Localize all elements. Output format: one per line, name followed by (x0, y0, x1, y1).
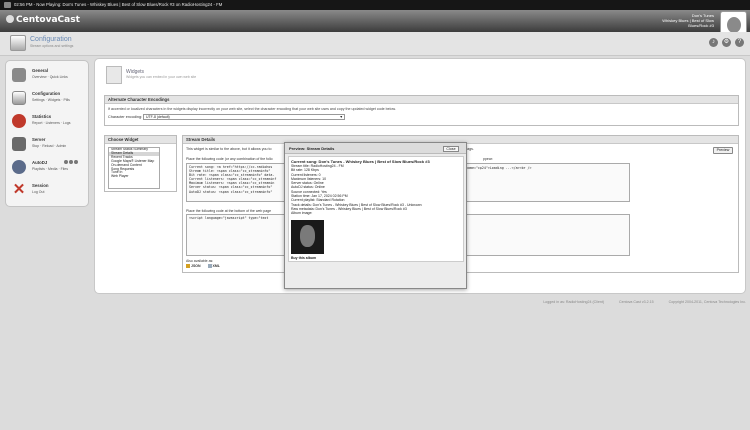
configuration-icon (12, 91, 26, 105)
script-instruction: Place the following code at the bottom o… (186, 209, 272, 213)
logged-in-text: Logged in as: RadioHosting24 (Client) (543, 300, 605, 304)
list-item[interactable]: Web Player (109, 174, 159, 179)
stop-icon (74, 160, 78, 164)
copyright-text: Copyright 2004-2011, Centova Technologie… (668, 300, 746, 304)
sidebar: General Overview · Quick Links Configura… (5, 60, 89, 207)
server-icon (12, 137, 26, 151)
general-icon (12, 68, 26, 82)
code-instruction: Place the following code (or any combina… (186, 157, 273, 161)
sidebar-item-general[interactable]: General Overview · Quick Links (10, 66, 86, 86)
xml-link[interactable]: XML (207, 264, 220, 268)
buy-album-link[interactable]: Buy this album (291, 256, 316, 260)
app-header: CentovaCast Don's Tunes Whiskey Blues | … (0, 10, 750, 39)
album-cover-image[interactable] (291, 220, 324, 254)
centovacast-logo[interactable]: CentovaCast (6, 15, 80, 25)
code-instruction-end: ppear: (483, 157, 493, 161)
preview-button[interactable]: Preview (713, 147, 733, 154)
choose-widget-header: Choose Widget (105, 136, 176, 144)
sidebar-item-session[interactable]: ✕ Session Log Out (10, 181, 86, 201)
logout-icon: ✕ (12, 181, 26, 198)
json-icon (186, 264, 190, 268)
format-links: JSON XML (186, 264, 226, 268)
page-subtitle: Stream options and settings (30, 44, 74, 48)
json-link[interactable]: JSON (186, 264, 201, 268)
widget-code-tail: name="cp24">Loading ...</a><br /> (466, 166, 532, 170)
widget-list[interactable]: Stream Status Summary Stream Details Rec… (108, 147, 160, 189)
configuration-icon (10, 35, 26, 51)
sidebar-item-statistics[interactable]: Statistics Report · Listeners · Logs (10, 112, 86, 132)
preview-dialog-title: Preview: Stream Details (285, 143, 466, 154)
headphones-icon[interactable]: ♪ (709, 38, 718, 47)
footer: Logged in as: RadioHosting24 (Client) Ce… (0, 300, 746, 304)
album-image-label: Album image: (291, 211, 313, 216)
now-playing-text: 02:56 PM - Now Playing: Don's Tunes - Wh… (14, 2, 223, 7)
statistics-icon (12, 114, 26, 128)
widgets-icon (106, 66, 122, 84)
now-playing-bar: 02:56 PM - Now Playing: Don's Tunes - Wh… (0, 0, 750, 10)
page-header: Configuration Stream options and setting… (0, 32, 750, 56)
sidebar-item-server[interactable]: Server Stop · Reload · Admin (10, 135, 86, 155)
pause-icon (69, 160, 73, 164)
encoding-description: If accented or localized characters in t… (108, 107, 396, 111)
user-info: Don's Tunes Whiskey Blues | Best of Slow… (662, 13, 714, 28)
version-text: Centova Cast v3.2.15 (619, 300, 654, 304)
xml-icon (207, 264, 212, 268)
sidebar-item-autodj[interactable]: AutoDJ Playlists · Media · Files (10, 158, 86, 178)
also-available-label: Also available as: (186, 259, 214, 263)
logo-icon (6, 15, 14, 23)
autodj-icon (12, 160, 26, 174)
choose-widget-panel: Choose Widget Stream Status Summary Stre… (104, 135, 177, 192)
encoding-panel: Alternate Character Encodings If accente… (104, 95, 739, 126)
encoding-label: Character encoding: (108, 115, 143, 119)
autodj-controls[interactable] (64, 160, 79, 165)
preview-dialog: Preview: Stream Details Close Current so… (284, 142, 467, 289)
sidebar-item-configuration[interactable]: Configuration Settings · Widgets · Pills (10, 89, 86, 109)
encoding-select[interactable]: UTF-8 (default) ▼ (143, 114, 345, 120)
close-button[interactable]: Close (443, 146, 459, 152)
settings-icon[interactable]: ⚙ (722, 38, 731, 47)
widgets-header: Widgets Widgets you can embed in your ow… (104, 64, 740, 90)
encoding-header: Alternate Character Encodings (105, 96, 738, 104)
help-icon[interactable]: ? (735, 38, 744, 47)
chevron-down-icon: ▼ (339, 115, 343, 119)
widgets-subtitle: Widgets you can embed in your own web si… (126, 75, 197, 79)
play-icon (64, 160, 68, 164)
time-icon (4, 2, 11, 8)
preview-body: Current song: Don's Tunes - Whiskey Blue… (288, 156, 464, 262)
page-title: Configuration (30, 36, 72, 43)
widget-description: This widget is similar to the above, but… (186, 147, 272, 151)
